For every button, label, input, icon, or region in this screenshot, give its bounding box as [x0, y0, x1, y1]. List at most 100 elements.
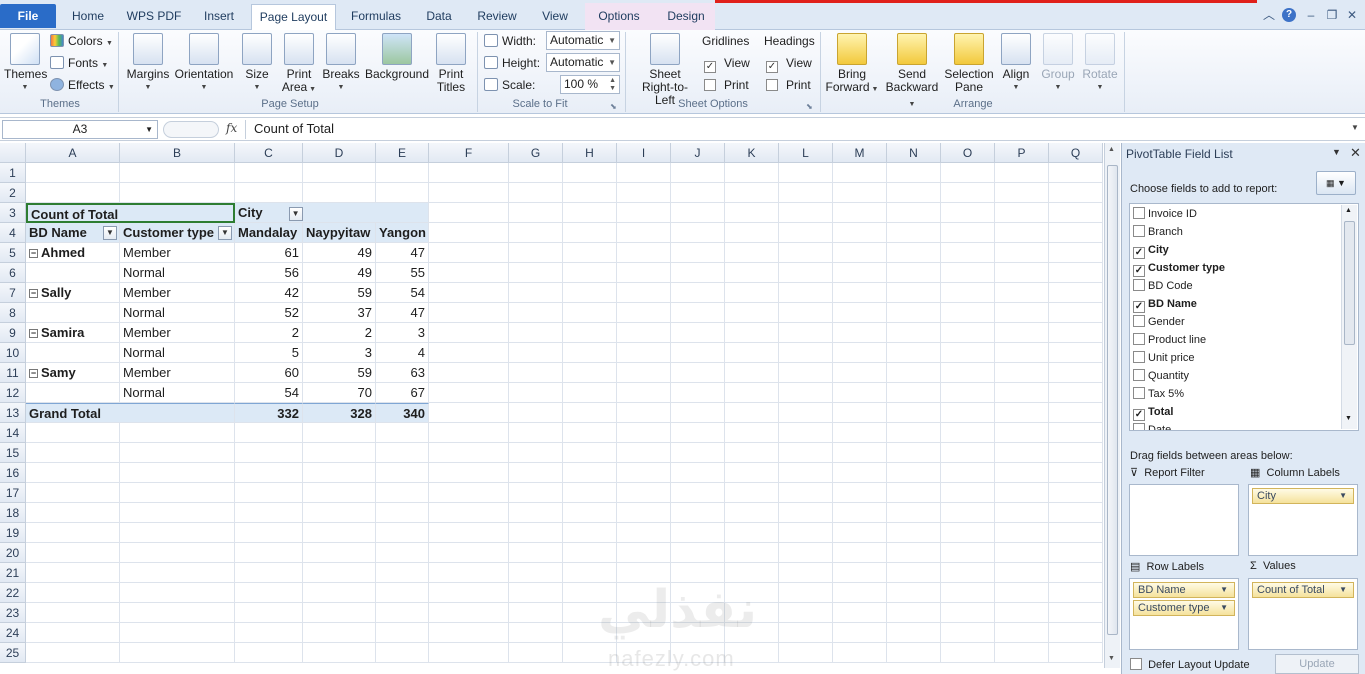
- cell[interactable]: [671, 443, 725, 463]
- cell[interactable]: [779, 343, 833, 363]
- pivot-city-header[interactable]: Yangon: [376, 223, 429, 243]
- cell[interactable]: [303, 443, 376, 463]
- selection-pane-button[interactable]: Selection Pane: [944, 33, 994, 94]
- cell[interactable]: [833, 623, 887, 643]
- pivot-customer-type[interactable]: Normal: [120, 383, 235, 403]
- field-item[interactable]: ✓ Total: [1133, 403, 1173, 421]
- cell[interactable]: [725, 543, 779, 563]
- cell[interactable]: [617, 363, 671, 383]
- cell[interactable]: [941, 363, 995, 383]
- headings-view-checkbox[interactable]: ✓ View: [766, 55, 812, 73]
- cell[interactable]: [995, 323, 1049, 343]
- field-list-scrollbar[interactable]: ▲ ▼: [1341, 205, 1357, 429]
- column-header[interactable]: D: [303, 143, 376, 163]
- pivot-city-label[interactable]: City ▼: [235, 203, 429, 223]
- cell[interactable]: [617, 163, 671, 183]
- cell[interactable]: [725, 183, 779, 203]
- pivot-value[interactable]: 3: [303, 343, 376, 363]
- sheet-right-to-left-button[interactable]: Sheet Right-to-Left: [632, 33, 698, 107]
- cell[interactable]: [26, 503, 120, 523]
- cell[interactable]: [26, 443, 120, 463]
- pivot-customer-type[interactable]: Normal: [120, 303, 235, 323]
- pivot-value[interactable]: 4: [376, 343, 429, 363]
- scrollbar-thumb[interactable]: [1107, 165, 1118, 635]
- cell[interactable]: [509, 623, 563, 643]
- cell[interactable]: [509, 183, 563, 203]
- pivot-customer-type[interactable]: Member: [120, 323, 235, 343]
- cell[interactable]: [26, 343, 120, 363]
- cell[interactable]: [779, 523, 833, 543]
- cell[interactable]: [509, 583, 563, 603]
- cell[interactable]: [617, 403, 671, 423]
- cell[interactable]: [429, 183, 509, 203]
- cell[interactable]: [995, 483, 1049, 503]
- unchecked-box-icon[interactable]: [1133, 351, 1145, 363]
- window-minimize-icon[interactable]: –: [1304, 8, 1318, 22]
- cell[interactable]: [1049, 383, 1103, 403]
- row-header[interactable]: 14: [0, 423, 26, 443]
- cell[interactable]: [429, 363, 509, 383]
- gridlines-view-checkbox[interactable]: ✓ View: [704, 55, 750, 73]
- cell[interactable]: [429, 463, 509, 483]
- value-field-count-of-total[interactable]: Count of Total ▼: [1252, 582, 1354, 598]
- cell[interactable]: [725, 523, 779, 543]
- cell[interactable]: [617, 243, 671, 263]
- cell[interactable]: [509, 303, 563, 323]
- cell[interactable]: [1049, 603, 1103, 623]
- cell[interactable]: [563, 323, 617, 343]
- cell[interactable]: [509, 643, 563, 663]
- tab-wps-pdf[interactable]: WPS PDF: [120, 6, 188, 30]
- cell[interactable]: [833, 183, 887, 203]
- cell[interactable]: [1049, 623, 1103, 643]
- pivot-value[interactable]: 42: [235, 283, 303, 303]
- pivot-value[interactable]: 70: [303, 383, 376, 403]
- cell[interactable]: [26, 643, 120, 663]
- cell[interactable]: [617, 503, 671, 523]
- pivot-value[interactable]: 47: [376, 243, 429, 263]
- cell[interactable]: [563, 423, 617, 443]
- cell[interactable]: [725, 163, 779, 183]
- cell[interactable]: [833, 303, 887, 323]
- cell[interactable]: [376, 443, 429, 463]
- field-item[interactable]: ✓ BD Name: [1133, 295, 1197, 313]
- unchecked-box-icon[interactable]: [1133, 315, 1145, 327]
- width-select[interactable]: Automatic ▼: [546, 31, 620, 50]
- cell[interactable]: [833, 383, 887, 403]
- cell[interactable]: [120, 423, 235, 443]
- cell[interactable]: [509, 543, 563, 563]
- pivot-bd-name[interactable]: − Sally: [26, 283, 120, 303]
- cell[interactable]: [833, 163, 887, 183]
- cell[interactable]: [303, 583, 376, 603]
- cell[interactable]: [617, 283, 671, 303]
- pivot-value[interactable]: 2: [235, 323, 303, 343]
- cell[interactable]: [941, 443, 995, 463]
- column-header[interactable]: O: [941, 143, 995, 163]
- cell[interactable]: [725, 243, 779, 263]
- cell[interactable]: [779, 183, 833, 203]
- pivot-value[interactable]: 59: [303, 283, 376, 303]
- cell[interactable]: [671, 183, 725, 203]
- row-field-customer-type[interactable]: Customer type ▼: [1133, 600, 1235, 616]
- cell[interactable]: [429, 503, 509, 523]
- cell[interactable]: [1049, 423, 1103, 443]
- cell[interactable]: [235, 423, 303, 443]
- cell[interactable]: [887, 523, 941, 543]
- cell[interactable]: [617, 303, 671, 323]
- cell[interactable]: [833, 503, 887, 523]
- field-item[interactable]: Invoice ID: [1133, 205, 1197, 223]
- tab-formulas[interactable]: Formulas: [340, 6, 412, 30]
- cell[interactable]: [941, 623, 995, 643]
- field-item[interactable]: ✓ City: [1133, 241, 1169, 259]
- unchecked-box-icon[interactable]: [1133, 333, 1145, 345]
- cell[interactable]: [509, 443, 563, 463]
- pivot-customer-type[interactable]: Member: [120, 283, 235, 303]
- cell[interactable]: [429, 563, 509, 583]
- cell[interactable]: [563, 503, 617, 523]
- cell[interactable]: [779, 283, 833, 303]
- cell[interactable]: [995, 343, 1049, 363]
- cell[interactable]: [26, 563, 120, 583]
- cell[interactable]: [429, 603, 509, 623]
- cell[interactable]: [833, 563, 887, 583]
- column-header[interactable]: F: [429, 143, 509, 163]
- cell[interactable]: [509, 283, 563, 303]
